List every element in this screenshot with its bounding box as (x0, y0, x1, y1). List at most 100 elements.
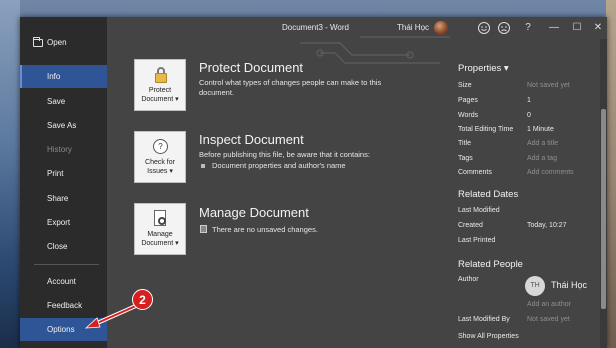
prop-label: Pages (458, 97, 478, 104)
nav-print-label: Print (47, 169, 64, 178)
prop-row-words: Words 0 (458, 112, 607, 124)
date-label: Last Modified (458, 207, 500, 214)
protect-document-button[interactable]: Protect Document ▾ (134, 59, 186, 111)
manage-desc: There are no unsaved changes. (212, 225, 318, 234)
manage-tile-line2: Document ▾ (141, 240, 179, 247)
step-badge: 2 (132, 289, 153, 310)
desktop-wallpaper (0, 0, 20, 348)
author-label: Author (458, 276, 479, 283)
nav-options[interactable]: Options (20, 318, 107, 341)
prop-label: Tags (458, 155, 473, 162)
scroll-thumb[interactable] (601, 109, 606, 309)
nav-export-label: Export (47, 218, 71, 227)
date-label: Created (458, 222, 483, 229)
add-author-row: Add an author (527, 301, 607, 313)
minimize-icon[interactable]: — (547, 21, 561, 35)
nav-open-label: Open (47, 38, 67, 47)
manage-document-icon (152, 210, 168, 228)
smiley-icon[interactable] (477, 21, 491, 35)
date-row-last-printed: Last Printed (458, 237, 607, 249)
inspect-bullet: Document properties and author's name (212, 161, 346, 170)
protect-desc-2: document. (199, 88, 235, 97)
nav-feedback[interactable]: Feedback (20, 294, 107, 317)
nav-history[interactable]: History (20, 138, 107, 161)
protect-title: Protect Document (199, 60, 304, 75)
add-author-link[interactable]: Add an author (527, 301, 571, 308)
nav-divider (34, 264, 99, 265)
nav-print[interactable]: Print (20, 162, 107, 185)
backstage-nav: Open Info Save Save As History Print Sha… (20, 17, 107, 348)
related-people-title: Related People (458, 259, 523, 270)
inspect-tile-line2: Issues ▾ (147, 168, 173, 175)
manage-tile-line1: Manage (147, 231, 173, 238)
nav-account-label: Account (47, 277, 76, 286)
prop-row-tags: Tags Add a tag (458, 155, 607, 167)
prop-row-title: Title Add a title (458, 140, 607, 152)
nav-close-label: Close (47, 242, 68, 251)
prop-label: Title (458, 140, 471, 147)
prop-row-comments: Comments Add comments (458, 169, 607, 181)
prop-value: 1 (527, 97, 531, 104)
restore-icon[interactable]: ☐ (570, 21, 584, 35)
title-field[interactable]: Add a title (527, 140, 558, 147)
nav-save-as-label: Save As (47, 121, 77, 130)
date-label: Last Printed (458, 237, 496, 244)
nav-export[interactable]: Export (20, 211, 107, 234)
last-modified-by-label: Last Modified By (458, 316, 510, 323)
prop-value: 1 Minute (527, 126, 554, 133)
desktop-wallpaper-right (606, 0, 616, 348)
nav-save[interactable]: Save (20, 90, 107, 113)
nav-close[interactable]: Close (20, 235, 107, 258)
nav-feedback-label: Feedback (47, 301, 83, 310)
prop-label: Total Editing Time (458, 126, 514, 133)
comments-field[interactable]: Add comments (527, 169, 574, 176)
nav-share[interactable]: Share (20, 187, 107, 210)
prop-row-pages: Pages 1 (458, 97, 607, 109)
nav-share-label: Share (47, 194, 69, 203)
bullet-icon (201, 164, 205, 168)
nav-history-label: History (47, 145, 72, 154)
nav-open[interactable]: Open (20, 31, 107, 54)
last-modified-by-value: Not saved yet (527, 316, 570, 323)
prop-label: Size (458, 82, 472, 89)
author-name[interactable]: Thái Học (551, 280, 587, 290)
nav-info-label: Info (47, 72, 61, 81)
prop-label: Comments (458, 169, 492, 176)
manage-title: Manage Document (199, 205, 309, 220)
vertical-scrollbar[interactable] (600, 39, 607, 348)
prop-value: Not saved yet (527, 82, 570, 89)
close-icon[interactable]: ✕ (591, 21, 605, 35)
date-row-created: Created Today, 10:27 (458, 222, 607, 234)
nav-info[interactable]: Info (20, 65, 107, 88)
nav-save-as[interactable]: Save As (20, 114, 107, 137)
date-row-last-modified: Last Modified (458, 207, 607, 219)
author-avatar: TH (525, 276, 545, 296)
frown-icon[interactable] (497, 21, 511, 35)
manage-document-button[interactable]: Manage Document ▾ (134, 203, 186, 255)
inspect-desc: Before publishing this file, be aware th… (199, 150, 370, 159)
related-dates-title: Related Dates (458, 189, 519, 200)
prop-row-size: Size Not saved yet (458, 82, 607, 94)
nav-options-label: Options (47, 325, 75, 334)
last-modified-by-row: Last Modified By Not saved yet (458, 316, 607, 328)
help-icon[interactable]: ? (521, 21, 535, 35)
word-backstage-window: Open Info Save Save As History Print Sha… (20, 17, 607, 348)
document-icon (200, 225, 207, 233)
inspect-icon: ? (152, 138, 168, 156)
protect-tile-line2: Document ▾ (141, 96, 179, 103)
protect-desc-1: Control what types of changes people can… (199, 78, 382, 87)
tags-field[interactable]: Add a tag (527, 155, 557, 162)
date-value: Today, 10:27 (527, 222, 567, 229)
prop-value: 0 (527, 112, 531, 119)
prop-label: Words (458, 112, 479, 119)
prop-row-editing-time: Total Editing Time 1 Minute (458, 126, 607, 138)
check-for-issues-button[interactable]: ? Check for Issues ▾ (134, 131, 186, 183)
inspect-tile-line1: Check for (145, 159, 175, 166)
properties-dropdown[interactable]: Properties ▾ (458, 63, 509, 74)
protect-tile-line1: Protect (148, 87, 172, 94)
nav-save-label: Save (47, 97, 66, 106)
show-all-properties-link[interactable]: Show All Properties (458, 333, 519, 340)
show-all-row: Show All Properties (458, 333, 607, 345)
info-main-pane: Protect Document ▾ Protect Document Cont… (107, 39, 607, 348)
nav-account[interactable]: Account (20, 270, 107, 293)
